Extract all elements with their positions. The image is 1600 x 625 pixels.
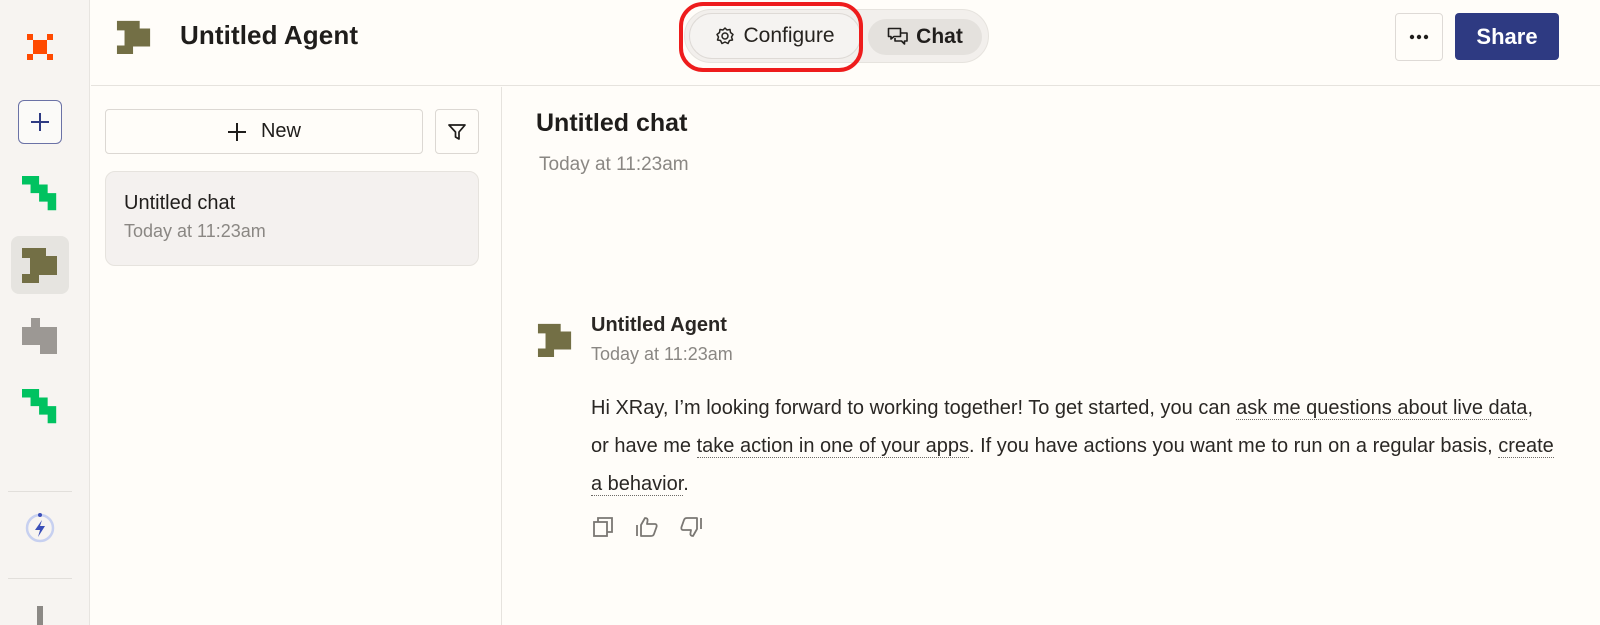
new-chat-button[interactable]: New: [105, 109, 423, 154]
gear-icon: [716, 27, 735, 45]
copy-icon: [593, 517, 613, 537]
chat-item-title: Untitled chat: [124, 192, 236, 214]
filter-button[interactable]: [435, 109, 479, 154]
rail-divider: [8, 491, 72, 492]
thumbs-down-icon: [680, 517, 702, 537]
brand-logo[interactable]: [11, 18, 69, 76]
chat-title: Untitled chat: [536, 109, 688, 137]
plus-icon: [227, 122, 246, 141]
take-action-link[interactable]: take action in one of your apps: [696, 435, 970, 458]
agent-olive-icon: [22, 248, 57, 283]
rail-agent-green-1[interactable]: [11, 165, 69, 223]
left-rail: [0, 0, 90, 625]
filter-icon: [448, 123, 466, 140]
message-actions: [591, 515, 703, 539]
rail-agent-green-2[interactable]: [11, 378, 69, 436]
more-horizontal-icon: [1409, 34, 1429, 40]
message-text: .: [683, 473, 689, 495]
rail-agent-gray[interactable]: [11, 307, 69, 365]
chat-tab[interactable]: Chat: [868, 19, 982, 55]
message-avatar: [537, 322, 573, 363]
chat-label: Chat: [916, 25, 963, 48]
agent-olive-icon: [116, 20, 151, 55]
chat-list-item[interactable]: Untitled chat Today at 11:23am: [105, 171, 479, 266]
agent-green-icon: [22, 176, 57, 211]
header: Untitled Agent Configure Chat Share: [91, 0, 1600, 86]
copy-button[interactable]: [591, 515, 615, 539]
configure-label: Configure: [743, 24, 835, 47]
thumbs-up-button[interactable]: [635, 515, 659, 539]
rail-divider: [8, 578, 72, 579]
message-text: Hi XRay, I’m looking forward to working …: [591, 397, 1237, 419]
agent-avatar: [116, 19, 152, 60]
configure-tab[interactable]: Configure: [689, 13, 861, 59]
agent-olive-icon: [537, 323, 572, 358]
more-options-button[interactable]: [1395, 13, 1443, 61]
message-body: Hi XRay, I’m looking forward to working …: [591, 389, 1556, 503]
message-time: Today at 11:23am: [591, 344, 733, 364]
agent-gray-icon: [22, 318, 57, 354]
add-agent-button[interactable]: [18, 100, 62, 144]
plus-icon: [31, 113, 49, 131]
lightning-icon: [25, 513, 55, 543]
new-chat-label: New: [260, 120, 301, 142]
rail-agent-olive[interactable]: [11, 236, 69, 294]
share-button[interactable]: Share: [1455, 13, 1559, 60]
ask-questions-link[interactable]: ask me questions about live data: [1236, 397, 1528, 420]
message-author: Untitled Agent: [591, 314, 727, 336]
chat-timestamp: Today at 11:23am: [539, 154, 689, 175]
chat-main: Untitled chat Today at 11:23am Untitled …: [503, 87, 1600, 625]
thumbs-up-icon: [636, 517, 658, 537]
rail-bottom-icon[interactable]: [37, 606, 43, 625]
zapier-logo-icon: [27, 34, 53, 60]
thumbs-down-button[interactable]: [679, 515, 703, 539]
chat-bubbles-icon: [887, 27, 908, 45]
chat-item-time: Today at 11:23am: [124, 221, 266, 241]
agent-title: Untitled Agent: [180, 20, 359, 50]
message-text: . If you have actions you want me to run…: [969, 435, 1499, 457]
activity-button[interactable]: [24, 512, 56, 544]
agent-green-icon: [22, 389, 57, 424]
chat-list-panel: New Untitled chat Today at 11:23am: [91, 87, 502, 625]
mode-toggle: Configure Chat: [684, 9, 989, 63]
